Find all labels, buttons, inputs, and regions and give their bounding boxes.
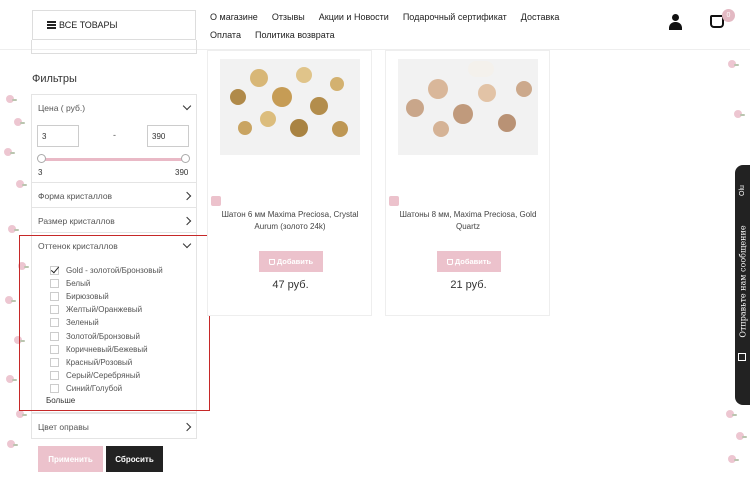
price-filter-label: Цена ( руб.) xyxy=(38,102,86,113)
nav-payment[interactable]: Оплата xyxy=(210,30,241,40)
range-max-label: 390 xyxy=(175,168,189,177)
product-tag-icon xyxy=(389,196,399,206)
slider-min-handle[interactable] xyxy=(37,154,46,163)
nav-gift-certificate[interactable]: Подарочный сертификат xyxy=(403,12,507,22)
reset-filters-button[interactable]: Сбросить xyxy=(106,446,163,472)
add-to-cart-button[interactable]: Добавить xyxy=(259,251,323,272)
price-separator: - xyxy=(113,130,116,140)
nav-delivery[interactable]: Доставка xyxy=(521,12,560,22)
filters-title: Фильтры xyxy=(32,73,77,85)
frame-color-label: Цвет оправы xyxy=(38,421,89,432)
price-min-input[interactable]: 3 xyxy=(37,125,79,147)
chevron-right-icon xyxy=(182,191,192,200)
product-price: 47 руб. xyxy=(272,279,309,291)
all-goods-button[interactable]: ВСЕ ТОВАРЫ xyxy=(32,10,196,40)
menu-icon xyxy=(47,21,56,29)
nav-reviews[interactable]: Отзывы xyxy=(272,12,305,22)
product-image[interactable] xyxy=(398,59,538,155)
frame-color-section[interactable]: Цвет оправы xyxy=(31,413,197,439)
product-title[interactable]: Шатон 6 мм Maxima Preciosa, Crystal Auru… xyxy=(214,209,366,233)
range-min-label: 3 xyxy=(38,168,43,177)
add-to-cart-button[interactable]: Добавить xyxy=(437,251,501,272)
apply-filters-button[interactable]: Применить xyxy=(38,446,103,472)
nav-return-policy[interactable]: Политика возврата xyxy=(255,30,335,40)
cart-count-badge: 0 xyxy=(722,9,735,22)
crystal-size-section[interactable]: Размер кристаллов xyxy=(31,207,197,233)
feedback-top-label: Olu xyxy=(738,185,746,196)
crystal-shape-section[interactable]: Форма кристаллов xyxy=(31,182,197,208)
top-navigation: О магазине Отзывы Акции и Новости Подаро… xyxy=(210,8,610,44)
product-image[interactable] xyxy=(220,59,360,155)
add-to-cart-label: Добавить xyxy=(454,257,492,266)
price-filter-header[interactable]: Цена ( руб.) xyxy=(32,95,196,120)
nav-about[interactable]: О магазине xyxy=(210,12,258,22)
add-to-cart-label: Добавить xyxy=(276,257,314,266)
product-card[interactable]: Шатон 6 мм Maxima Preciosa, Crystal Auru… xyxy=(207,50,372,316)
highlight-frame xyxy=(19,235,210,411)
search-field-stub[interactable] xyxy=(31,40,197,54)
product-price: 21 руб. xyxy=(450,279,487,291)
feedback-label: Отправьте нам сообщение xyxy=(738,225,748,338)
product-title[interactable]: Шатоны 8 мм, Maxima Preciosa, Gold Quart… xyxy=(392,209,544,233)
crystal-size-label: Размер кристаллов xyxy=(38,215,115,226)
nav-promotions[interactable]: Акции и Новости xyxy=(319,12,389,22)
chevron-down-icon xyxy=(182,101,192,111)
all-goods-label: ВСЕ ТОВАРЫ xyxy=(59,20,118,30)
feedback-widget[interactable]: Olu Отправьте нам сообщение xyxy=(735,165,750,405)
product-card[interactable]: Шатоны 8 мм, Maxima Preciosa, Gold Quart… xyxy=(385,50,550,316)
message-icon xyxy=(738,353,746,361)
user-account-icon[interactable] xyxy=(669,14,682,30)
chevron-right-icon xyxy=(182,422,192,431)
crystal-shape-label: Форма кристаллов xyxy=(38,190,113,201)
chevron-right-icon xyxy=(182,216,192,225)
basket-icon xyxy=(268,258,275,265)
product-tag-icon xyxy=(211,196,221,206)
basket-icon xyxy=(446,258,453,265)
price-range-slider[interactable] xyxy=(40,158,186,161)
price-max-input[interactable]: 390 xyxy=(147,125,189,147)
slider-max-handle[interactable] xyxy=(181,154,190,163)
